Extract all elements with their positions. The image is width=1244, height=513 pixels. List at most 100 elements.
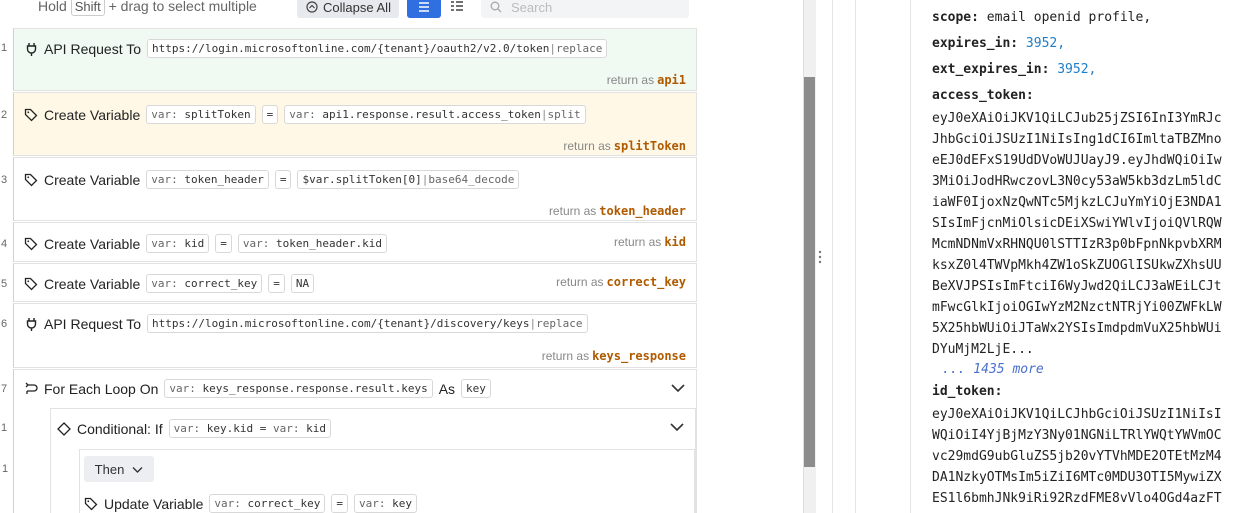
resize-handle[interactable]: [817, 250, 823, 264]
var-prefix: var:: [242, 237, 270, 250]
shift-key-badge: Shift: [70, 0, 105, 16]
condition-pill[interactable]: var: key.kid = var: kid: [168, 419, 331, 438]
variable-name-pill[interactable]: var: correct_key: [209, 494, 326, 513]
list-icon: [417, 0, 431, 14]
return-as: return as keys_response: [542, 349, 686, 363]
token-line: vc29mdG9ubGluZS5jb20vYTVhMDE2OTEtMzM4: [932, 449, 1222, 464]
value-pill[interactable]: $var.splitToken[0]|base64_decode: [297, 170, 520, 189]
multi-select-hint: Hold Shift + drag to select multiple: [38, 0, 257, 16]
value-pill[interactable]: var: key: [353, 494, 417, 513]
tag-icon: [24, 173, 38, 187]
operator-pill: =: [331, 494, 348, 513]
value-filter: split: [547, 108, 581, 121]
plug-icon: [24, 317, 38, 331]
variable-name: kid: [184, 237, 205, 250]
search-box[interactable]: Search: [481, 0, 689, 18]
operator-pill: =: [215, 234, 232, 253]
loop-source: keys_response.response.result.keys: [202, 382, 428, 395]
loop-item-pill[interactable]: key: [461, 379, 491, 398]
chevron-down-icon[interactable]: [669, 420, 685, 438]
value-filter: base64_decode: [428, 173, 515, 186]
loop-source-pill[interactable]: var: keys_response.response.result.keys: [164, 379, 433, 398]
token-line: DA1NzkyOTMsIm5iZiI6MTc0MDU3OTI5MywiZX: [932, 470, 1222, 485]
var-prefix: var:: [151, 108, 178, 121]
token-line: SIsImFjcnMiOlsicDEiXSwiYWlvIjoiQVlRQW: [932, 216, 1222, 231]
return-as: return as correct_key: [556, 275, 686, 289]
chevron-down-icon[interactable]: [670, 381, 686, 399]
return-label: return as: [606, 73, 655, 87]
var-prefix: var:: [173, 422, 201, 435]
show-more-link[interactable]: ... 1435 more: [932, 360, 1244, 382]
json-value: 3952,: [1025, 36, 1066, 51]
token-line: ksxZ0l4TWVpMkh4ZW1oSkZUOGlISUkwZXhsUU: [932, 258, 1222, 273]
variable-name-pill[interactable]: var: kid: [146, 234, 210, 253]
var-prefix: var:: [151, 173, 178, 186]
operator-pill: =: [274, 170, 292, 189]
search-icon: [489, 0, 503, 14]
variable-name-pill[interactable]: var: token_header: [146, 170, 269, 189]
var-prefix: var:: [151, 277, 178, 290]
step-create-variable-token-header[interactable]: 3 Create Variable var: token_header = $v…: [1, 157, 697, 221]
url-filter: replace: [556, 42, 603, 55]
step-title: Conditional: If: [77, 420, 163, 437]
json-key: scope:: [932, 10, 979, 25]
step-create-variable-correct-key[interactable]: 5 Create Variable var: correct_key = NA …: [1, 263, 697, 302]
loop-icon: [24, 382, 38, 396]
step-api-request-keys[interactable]: 6 API Request To https://login.microsoft…: [1, 303, 697, 368]
var-prefix: var:: [169, 382, 196, 395]
variable-name: token_header: [184, 173, 264, 186]
json-key: id_token:: [932, 384, 1003, 399]
return-variable: kid: [664, 235, 686, 249]
value-pill[interactable]: NA: [290, 274, 315, 293]
step-update-variable[interactable]: Update Variable var: correct_key = var: …: [84, 494, 417, 513]
step-conditional-if[interactable]: 1 Conditional: If var: key.kid = var: ki…: [1, 408, 696, 513]
panel-divider: [855, 0, 856, 513]
token-line: iaWF0IjoxNzQwNTc5MjkzLCJuYmYiOjE3NDA1: [932, 195, 1222, 210]
list-view-button[interactable]: [407, 0, 441, 18]
step-title: API Request To: [44, 315, 142, 332]
url-filter: replace: [536, 317, 583, 330]
then-dropdown[interactable]: Then: [84, 456, 154, 482]
collapse-all-button[interactable]: Collapse All: [297, 0, 399, 18]
token-line: 3MiOiJodHRwczovL3N0cy53aW5kb3dzLm5ldC: [932, 174, 1222, 189]
step-title: Create Variable: [44, 171, 141, 188]
line-number: 4: [1, 238, 8, 250]
chevron-down-icon: [132, 462, 143, 477]
json-row-ext-expires-in: ext_expires_in: 3952,: [932, 60, 1244, 86]
tree-list-icon: [450, 0, 464, 14]
url-pill[interactable]: https://login.microsoftonline.com/{tenan…: [147, 314, 588, 333]
variable-name-pill[interactable]: var: splitToken: [146, 105, 256, 124]
line-number: 1: [2, 463, 9, 475]
step-for-each-loop[interactable]: 7 For Each Loop On var: keys_response.re…: [1, 369, 697, 513]
scrollbar-thumb[interactable]: [804, 77, 815, 467]
json-row-access-token: access_token:: [932, 86, 1244, 108]
step-create-variable-kid[interactable]: 4 Create Variable var: kid = var: token_…: [1, 222, 697, 262]
step-api-request-token[interactable]: 1 API Request To https://login.microsoft…: [1, 28, 697, 91]
return-variable: token_header: [599, 204, 686, 218]
value-expression: $var.splitToken[0]: [302, 173, 422, 186]
panel-divider: [832, 0, 833, 513]
step-title: For Each Loop On: [44, 380, 159, 397]
token-line: mFwcGlkIjoiOGIwYzM2NzctNTRjYi00ZWFkLW: [932, 300, 1222, 315]
step-create-variable-splittoken[interactable]: 2 Create Variable var: splitToken = var:…: [1, 92, 697, 156]
return-as: return as splitToken: [563, 139, 686, 153]
variable-name: splitToken: [184, 108, 251, 121]
step-title: Update Variable: [104, 495, 204, 512]
var-prefix: var:: [358, 497, 386, 510]
token-line: 5X25hbWUiOiJTaWx2YSIsImdpdmVuX25hbWUi: [932, 321, 1222, 336]
value-pill[interactable]: var: token_header.kid: [237, 234, 387, 253]
json-row-scope: scope: email openid profile,: [932, 8, 1244, 34]
value-pill[interactable]: var: api1.response.result.access_token|s…: [284, 105, 586, 124]
line-number: 2: [1, 109, 8, 121]
return-label: return as: [541, 349, 590, 363]
then-branch: 1 Then Update Variable var: correct_key …: [2, 449, 695, 513]
tag-icon: [24, 108, 38, 122]
request-url: https://login.microsoftonline.com/{tenan…: [152, 42, 550, 55]
id-token-value: eyJ0eXAiOiJKV1QiLCJhbGciOiJSUzI1NiIsI WQ…: [932, 404, 1244, 509]
variable-name-pill[interactable]: var: correct_key: [146, 274, 263, 293]
tree-view-button[interactable]: [443, 0, 471, 18]
step-title: API Request To: [44, 40, 142, 57]
url-pill[interactable]: https://login.microsoftonline.com/{tenan…: [147, 39, 608, 58]
step-title: Create Variable: [44, 235, 141, 252]
return-variable: splitToken: [613, 139, 686, 153]
